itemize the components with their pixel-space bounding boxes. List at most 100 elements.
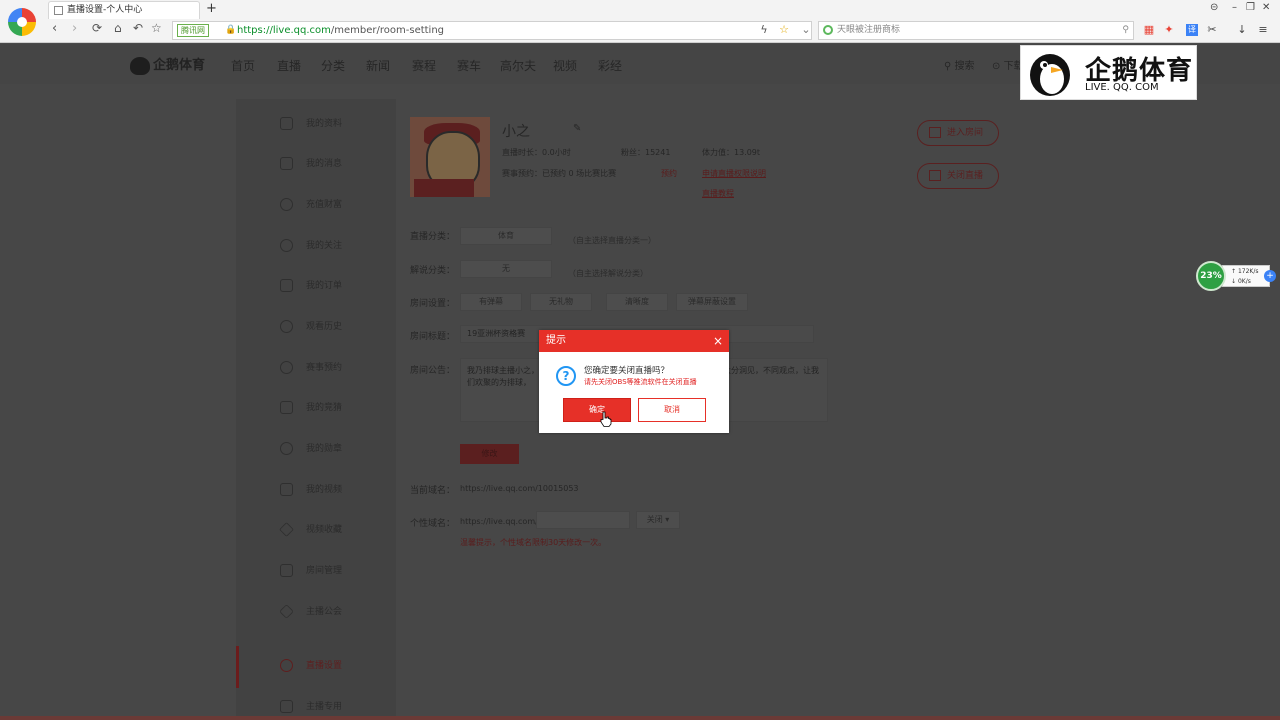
nav-lottery[interactable]: 彩经 (598, 57, 622, 74)
sidebar-item-appointments[interactable]: 赛事预约 (280, 360, 342, 376)
clock-icon (280, 320, 293, 333)
home-icon (280, 564, 293, 577)
nav-racing[interactable]: 赛车 (457, 57, 481, 74)
modify-button[interactable]: 修改 (460, 444, 519, 464)
sidebar-item-recharge[interactable]: 充值财富 (280, 197, 342, 213)
minimize-button[interactable]: – (1232, 2, 1237, 13)
appointment-link[interactable]: 预约 (661, 168, 677, 179)
custom-domain-warning: 温馨提示，个性域名限制30天修改一次。 (460, 538, 607, 547)
dialog-warning: 请先关闭OBS等推流软件在关闭直播 (584, 378, 697, 386)
heart-icon (280, 239, 293, 252)
reload-icon[interactable]: ⟳ (92, 21, 102, 35)
sidebar-item-label: 我的消息 (306, 159, 343, 169)
new-tab-button[interactable]: + (206, 1, 217, 16)
trophy-icon (280, 401, 293, 414)
game-icon[interactable]: ✦ (1163, 24, 1175, 36)
appointment-info: 赛事预约：已预约 0 场比赛比赛 (502, 169, 617, 178)
search-placeholder: 天眼被注册商标 (837, 25, 901, 35)
back-icon[interactable]: ‹ (52, 21, 57, 36)
upload-speed-value: 172K/s (1237, 268, 1259, 275)
title-label: 房间标题： (410, 332, 456, 342)
diamond-icon (279, 604, 294, 619)
nav-live[interactable]: 直播 (277, 57, 301, 74)
live-duration: 直播时长：0.0小时 (502, 148, 571, 157)
commentary-hint: （自主选择解说分类） (568, 269, 648, 278)
sidebar-item-videos[interactable]: 我的视频 (280, 482, 342, 498)
sidebar-item-profile[interactable]: 我的资料 (280, 116, 342, 132)
commentary-label: 解说分类： (410, 266, 456, 276)
sidebar-item-favorites[interactable]: 视频收藏 (279, 522, 342, 538)
apply-permission-link[interactable]: 申请直播权限说明 (702, 168, 766, 179)
address-bar[interactable]: 腾讯网 🔒 https://live.qq.com/member/room-se… (172, 21, 812, 40)
dropdown-icon[interactable]: ⌄ (800, 24, 812, 36)
bolt-icon[interactable]: ϟ (758, 24, 770, 36)
browser-tab[interactable]: 直播设置-个人中心 (48, 1, 200, 19)
nav-schedule[interactable]: 赛程 (412, 57, 436, 74)
enter-room-button[interactable]: 进入房间 (917, 120, 999, 146)
close-icon[interactable]: × (713, 330, 723, 352)
sidebar-item-orders[interactable]: 我的订单 (280, 278, 342, 294)
undo-icon[interactable]: ↶ (133, 21, 143, 35)
star-icon[interactable]: ☆ (778, 24, 790, 36)
category-select[interactable]: 体育 (460, 227, 552, 245)
favicon-icon (54, 6, 63, 15)
profile-name: 小之 (502, 124, 530, 140)
plus-icon[interactable]: + (1264, 270, 1276, 282)
browser-logo-icon[interactable] (8, 8, 36, 36)
close-window-button[interactable]: ✕ (1262, 2, 1270, 13)
nav-video[interactable]: 视频 (553, 57, 577, 74)
download-icon[interactable]: ↓ (1236, 24, 1248, 36)
restore-icon[interactable]: ⊝ (1210, 2, 1218, 13)
sidebar-item-live-settings[interactable]: 直播设置 (280, 658, 342, 674)
sidebar-item-streamer[interactable]: 主播专用 (280, 699, 342, 715)
cancel-button[interactable]: 取消 (638, 398, 706, 422)
edit-icon[interactable]: ✎ (573, 123, 581, 134)
dialog-message: 您确定要关闭直播吗？ (584, 366, 670, 376)
close-live-label: 关闭直播 (946, 171, 983, 181)
custom-domain-toggle[interactable]: 关闭 ▾ (636, 511, 680, 529)
sidebar-item-guess[interactable]: 我的竞猜 (280, 400, 342, 416)
confirm-button[interactable]: 确定 (563, 398, 631, 422)
sidebar-active-indicator (236, 646, 239, 688)
alarm-icon (280, 361, 293, 374)
favorite-star-icon[interactable]: ☆ (151, 21, 162, 35)
scissors-icon[interactable]: ✂ (1206, 24, 1218, 36)
nav-news[interactable]: 新闻 (366, 57, 390, 74)
room-option-gift[interactable]: 无礼物 (530, 293, 592, 311)
menu-icon[interactable]: ≡ (1257, 24, 1269, 36)
download-speed-value: 0K/s (1237, 278, 1251, 285)
current-domain-value: https://live.qq.com/10015053 (460, 484, 579, 493)
site-logo-text: 企鹅体育 (153, 58, 206, 73)
sidebar-item-label: 我的资料 (306, 119, 343, 129)
sidebar-item-follow[interactable]: 我的关注 (280, 238, 342, 254)
nav-search-button[interactable]: ⚲ 搜索 (944, 57, 975, 72)
nav-category[interactable]: 分类 (321, 57, 345, 74)
check-icon (280, 279, 293, 292)
commentary-select[interactable]: 无 (460, 260, 552, 278)
sidebar-item-messages[interactable]: 我的消息 (280, 156, 342, 172)
maximize-button[interactable]: ❐ (1246, 2, 1255, 13)
home-icon[interactable]: ⌂ (114, 21, 122, 35)
apps-icon[interactable]: ▦ (1143, 24, 1155, 36)
tutorial-link[interactable]: 直播教程 (702, 188, 734, 199)
close-live-button[interactable]: 关闭直播 (917, 163, 999, 189)
custom-domain-input[interactable] (536, 511, 630, 529)
translate-icon[interactable]: 译 (1186, 24, 1198, 36)
sidebar-item-history[interactable]: 观看历史 (280, 319, 342, 335)
nav-golf[interactable]: 高尔夫 (500, 57, 536, 74)
sidebar-item-guild[interactable]: 主播公会 (279, 604, 342, 620)
sidebar-item-medals[interactable]: 我的勋章 (280, 441, 342, 457)
sidebar-item-room-manage[interactable]: 房间管理 (280, 563, 342, 579)
search-icon[interactable]: ⚲ (1122, 22, 1129, 39)
watermark-subtitle: LIVE. QQ. COM (1085, 82, 1159, 93)
nav-download-button[interactable]: ⊙ 下载 (992, 57, 1024, 72)
room-option-danmu[interactable]: 有弹幕 (460, 293, 522, 311)
room-option-danmu-filter[interactable]: 弹幕屏蔽设置 (676, 293, 748, 311)
room-option-quality[interactable]: 清晰度 (606, 293, 668, 311)
network-speed-widget[interactable]: ↑ 172K/s ↓ 0K/s 23% + (1196, 261, 1278, 291)
forward-icon[interactable]: › (72, 21, 77, 36)
avatar (410, 117, 490, 197)
nav-home[interactable]: 首页 (231, 57, 255, 74)
site-logo[interactable]: 企鹅体育 (130, 54, 205, 75)
search-box[interactable]: 天眼被注册商标 ⚲ (818, 21, 1134, 40)
